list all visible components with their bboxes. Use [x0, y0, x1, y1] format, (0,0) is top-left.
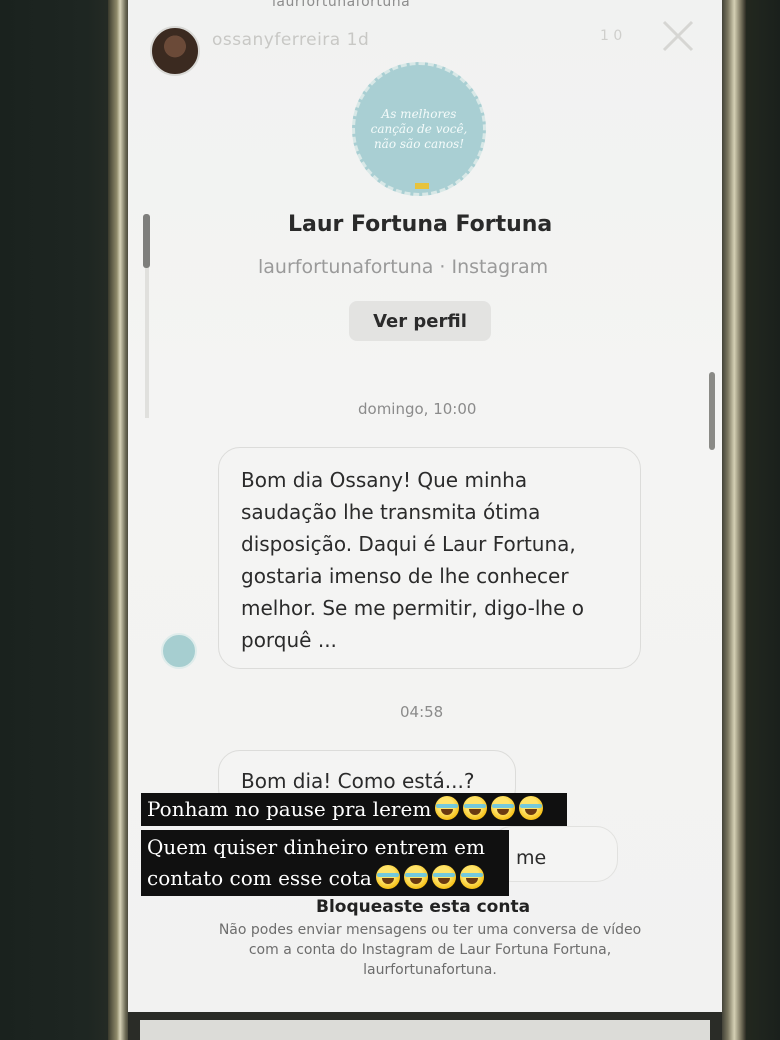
story-top-url: laurfortunafortuna	[272, 0, 411, 10]
message-line: porquê ...	[241, 628, 337, 652]
profile-name: Laur Fortuna Fortuna	[288, 212, 553, 237]
message-line: gostaria imenso de lhe conhecer	[241, 564, 569, 588]
laughing-emoji-icon	[435, 796, 460, 820]
laughing-emoji-icon	[459, 865, 484, 889]
scrollbar-thumb[interactable]	[143, 214, 150, 268]
message-line: saudação lhe transmita ótima	[241, 500, 541, 524]
message-line: disposição. Daqui é Laur Fortuna,	[241, 532, 576, 556]
story-time: 1 0	[600, 28, 623, 44]
blocked-title: Bloqueaste esta conta	[316, 897, 531, 917]
message-bubble[interactable]: Bom dia Ossany! Que minha saudação lhe t…	[218, 447, 641, 669]
laughing-emoji-icon	[463, 796, 488, 820]
story-age: 1d	[346, 30, 370, 50]
laughing-emoji-icon	[431, 865, 456, 889]
phone-bottom-edge	[128, 1012, 722, 1040]
profile-picture-text: As melhores canção de você, não são cano…	[370, 106, 468, 151]
message-timestamp: domingo, 10:00	[358, 400, 477, 418]
message-timestamp: 04:58	[400, 703, 444, 721]
sender-avatar[interactable]	[161, 633, 197, 669]
blocked-description-line: laurfortunafortuna.	[363, 962, 497, 978]
laughing-emoji-icon	[491, 796, 516, 820]
blocked-description-line: Não podes enviar mensagens ou ter uma co…	[218, 922, 642, 938]
caption-text: Ponham no pause pra lerem	[147, 797, 432, 821]
story-username-text: ossanyferreira	[212, 30, 341, 50]
story-caption: Quem quiser dinheiro entrem em contato c…	[141, 830, 509, 896]
message-line: Bom dia Ossany! Que minha	[241, 468, 528, 492]
avatar[interactable]	[150, 26, 200, 76]
profile-handle: laurfortunafortuna · Instagram	[258, 256, 549, 278]
laughing-emoji-icon	[519, 796, 544, 820]
blocked-description-line: com a conta do Instagram de Laur Fortuna…	[248, 942, 612, 958]
message-text-partial: me	[516, 847, 547, 869]
story-caption: Ponham no pause pra lerem	[141, 793, 567, 826]
input-area	[140, 1020, 710, 1040]
scrollbar-track	[145, 268, 149, 418]
caption-text: Quem quiser dinheiro entrem em	[147, 835, 485, 859]
laughing-emoji-icon	[403, 865, 428, 889]
message-line: melhor. Se me permitir, digo-lhe o	[241, 596, 585, 620]
message-bubble-partial[interactable]	[490, 826, 618, 882]
view-profile-button[interactable]: Ver perfil	[349, 301, 491, 341]
phone-frame-left	[108, 0, 130, 1040]
blocked-description: Não podes enviar mensagens ou ter uma co…	[175, 920, 685, 980]
laughing-emoji-icon	[375, 865, 400, 889]
profile-picture-ribbon	[415, 183, 429, 189]
phone-frame-right	[720, 0, 746, 1040]
photo-background-left	[0, 0, 125, 1040]
close-icon[interactable]	[660, 18, 696, 54]
caption-text: contato com esse cota	[147, 866, 372, 890]
story-username[interactable]: ossanyferreira 1d	[212, 30, 369, 50]
profile-picture[interactable]: As melhores canção de você, não são cano…	[352, 62, 486, 196]
scrollbar-thumb-right[interactable]	[709, 372, 715, 450]
